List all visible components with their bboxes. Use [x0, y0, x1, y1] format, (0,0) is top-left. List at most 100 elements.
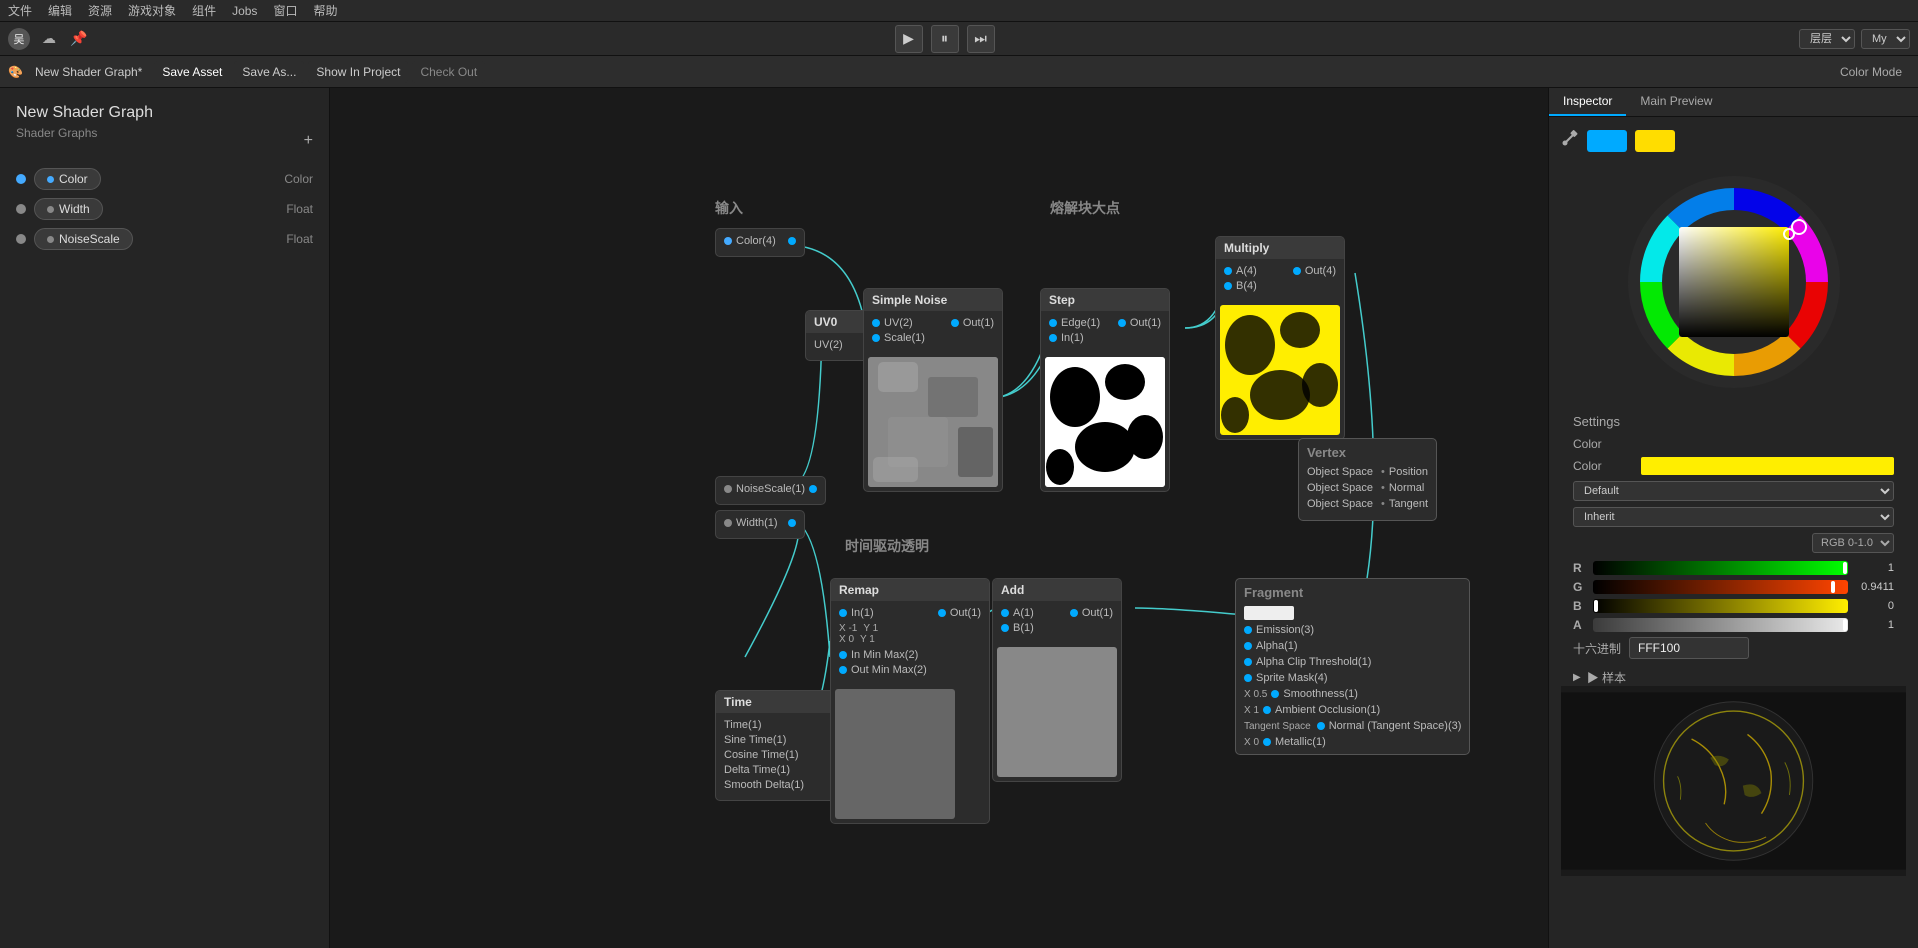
node-remap[interactable]: Remap In(1) Out(1) X -1 Y 1 X 0 Y 1 [830, 578, 990, 824]
property-color-label: Color [59, 172, 88, 186]
fragment-alphaclip: Alpha Clip Threshold(1) [1256, 656, 1371, 668]
vertex-objectspace3: Object Space [1307, 498, 1373, 510]
port-uv2-label: UV(2) [814, 339, 843, 351]
node-vertex[interactable]: Vertex Object Space • Position Object Sp… [1298, 438, 1437, 521]
r-slider[interactable] [1593, 561, 1848, 575]
menu-bar: 文件 编辑 资源 游戏对象 组件 Jobs 窗口 帮助 [0, 0, 1918, 22]
node-step[interactable]: Step Edge(1) Out(1) In(1) [1040, 288, 1170, 492]
default-dropdown[interactable]: Default [1573, 481, 1894, 501]
layer-dropdown[interactable]: 层层 [1799, 29, 1855, 49]
property-width-button[interactable]: Width [34, 198, 103, 220]
tangent-space-label: Tangent Space [1244, 721, 1311, 732]
inherit-field-row: Inherit [1573, 507, 1894, 527]
eyedropper-button[interactable] [1561, 129, 1579, 152]
x-neg1-label: X -1 [839, 623, 857, 634]
swatch-sample-row[interactable]: ▶ ▶ 样本 [1573, 669, 1894, 686]
inherit-dropdown[interactable]: Inherit [1573, 507, 1894, 527]
b-slider[interactable] [1593, 599, 1848, 613]
fragment-title: Fragment [1244, 585, 1461, 600]
port-edge1: Edge(1) [1061, 317, 1100, 329]
g-value: 0.9411 [1854, 581, 1894, 593]
menu-assets[interactable]: 资源 [88, 2, 112, 19]
tab-main-preview[interactable]: Main Preview [1626, 88, 1726, 116]
menu-window[interactable]: 窗口 [273, 2, 297, 19]
show-in-project-button[interactable]: Show In Project [308, 61, 408, 83]
node-color-input[interactable]: Color(4) [715, 228, 805, 257]
color-value-bar[interactable] [1641, 457, 1894, 475]
port-out1-step: Out(1) [1130, 317, 1161, 329]
swatch-triangle-icon: ▶ [1573, 672, 1581, 683]
time1-label: Time(1) [724, 719, 761, 731]
vertex-title: Vertex [1307, 445, 1428, 460]
node-multiply[interactable]: Multiply A(4) Out(4) B(4) [1215, 236, 1345, 440]
x0-frag: X 0 [1244, 737, 1259, 748]
port-a4-multiply: A(4) [1236, 265, 1257, 277]
menu-help[interactable]: 帮助 [313, 2, 337, 19]
node-simple-noise[interactable]: Simple Noise UV(2) Out(1) Scale(1) [863, 288, 1003, 492]
hex-input[interactable] [1629, 637, 1749, 659]
r-channel-label: R [1573, 561, 1587, 575]
port-noisescale-label: NoiseScale(1) [736, 483, 805, 495]
fragment-spritesmask: Sprite Mask(4) [1256, 672, 1328, 684]
a-channel-label: A [1573, 618, 1587, 632]
settings-title: Settings [1573, 414, 1894, 429]
node-add[interactable]: Add A(1) Out(1) B(1) [992, 578, 1122, 782]
hex-label: 十六进制 [1573, 640, 1621, 657]
settings-section: Settings Color Color Default [1561, 414, 1906, 686]
node-simple-noise-header: Simple Noise [864, 289, 1002, 311]
menu-component[interactable]: 组件 [192, 2, 216, 19]
check-out-button[interactable]: Check Out [412, 61, 485, 83]
r-value: 1 [1854, 562, 1894, 574]
property-noisescale-button[interactable]: NoiseScale [34, 228, 133, 250]
menu-edit[interactable]: 编辑 [48, 2, 72, 19]
color-field-label: Color [1573, 437, 1633, 451]
property-noisescale-label: NoiseScale [59, 232, 120, 246]
left-panel: New Shader Graph Shader Graphs + Color C… [0, 88, 330, 948]
node-fragment[interactable]: Fragment Emission(3) Alpha(1) Alpha Clip… [1235, 578, 1470, 755]
menu-gameobject[interactable]: 游戏对象 [128, 2, 176, 19]
color-mode-label: Color Mode [1840, 65, 1902, 79]
cloud-icon[interactable]: ☁ [38, 28, 60, 50]
color-wheel-container[interactable] [1614, 162, 1854, 402]
width-dot-small [47, 206, 54, 213]
pause-button[interactable]: ⏸ [931, 25, 959, 53]
avatar: 吴 [8, 28, 30, 50]
a-slider[interactable] [1593, 618, 1848, 632]
my-dropdown[interactable]: My [1861, 29, 1910, 49]
save-asset-button[interactable]: Save Asset [154, 61, 230, 83]
shader-file-icon: 🎨 [8, 65, 23, 79]
node-noisescale[interactable]: NoiseScale(1) [715, 476, 826, 505]
property-width-label: Width [59, 202, 90, 216]
property-color-button[interactable]: Color [34, 168, 101, 190]
swatch-blue[interactable] [1587, 130, 1627, 152]
menu-file[interactable]: 文件 [8, 2, 32, 19]
shader-graphs-header: Shader Graphs + [16, 126, 313, 156]
preview-sphere-svg [1561, 686, 1906, 876]
fragment-metallic: Metallic(1) [1275, 736, 1326, 748]
fragment-emission: Emission(3) [1256, 624, 1314, 636]
shader-subtitle: Shader Graphs [16, 126, 97, 140]
bookmark-icon[interactable]: 📌 [68, 28, 90, 50]
step-preview-svg [1045, 357, 1165, 487]
color-label-row: Color [1573, 437, 1894, 451]
swatch-yellow[interactable] [1635, 130, 1675, 152]
play-button[interactable]: ▶ [895, 25, 923, 53]
add-property-button[interactable]: + [304, 132, 313, 150]
g-slider[interactable] [1593, 580, 1848, 594]
port-b4-multiply: B(4) [1236, 280, 1257, 292]
fragment-smoothness: Smoothness(1) [1283, 688, 1358, 700]
node-remap-header: Remap [831, 579, 989, 601]
node-width[interactable]: Width(1) [715, 510, 805, 539]
menu-jobs[interactable]: Jobs [232, 4, 257, 18]
property-width: Width Float [16, 198, 313, 220]
section-dissolve: 熔解块大点 [1050, 198, 1120, 218]
port-out4-multiply: Out(4) [1305, 265, 1336, 277]
noise-preview-svg [868, 357, 998, 487]
rgb-mode-select[interactable]: RGB 0-1.0 [1812, 533, 1894, 553]
remap-inminmax: In Min Max(2) [851, 649, 918, 661]
section-time-driven: 时间驱动透明 [845, 536, 929, 556]
graph-area[interactable]: 输入 Color(4) NoiseScale(1) [330, 88, 1548, 948]
tab-inspector[interactable]: Inspector [1549, 88, 1626, 116]
save-as-button[interactable]: Save As... [234, 61, 304, 83]
step-button[interactable]: ⏭ [967, 25, 995, 53]
